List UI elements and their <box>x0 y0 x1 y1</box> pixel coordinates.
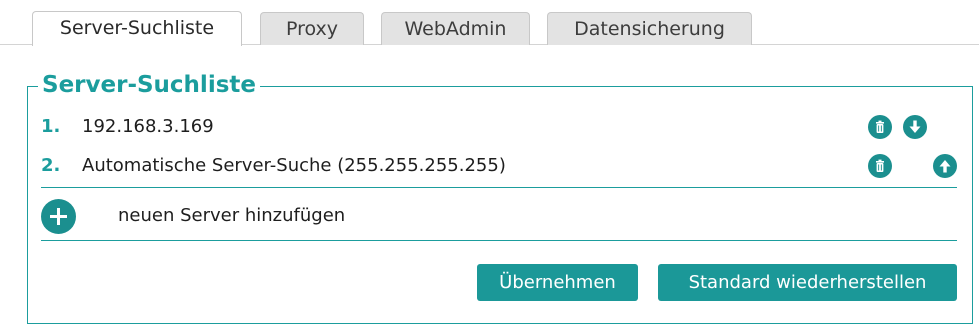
tab-label: WebAdmin <box>404 18 507 40</box>
server-search-settings-page: Server-Suchliste Proxy WebAdmin Datensic… <box>0 0 979 327</box>
arrow-up-icon[interactable] <box>933 154 957 178</box>
plus-icon <box>41 199 76 234</box>
add-server-button[interactable]: neuen Server hinzufügen <box>41 199 441 235</box>
tab-bar: Server-Suchliste Proxy WebAdmin Datensic… <box>0 0 979 46</box>
list-divider <box>41 240 957 241</box>
tab-webadmin[interactable]: WebAdmin <box>381 12 530 45</box>
tab-server-suchliste[interactable]: Server-Suchliste <box>32 11 242 46</box>
fieldset-legend: Server-Suchliste <box>38 70 260 100</box>
tab-label: Proxy <box>285 18 339 40</box>
tab-label: Server-Suchliste <box>59 17 215 39</box>
arrow-down-icon[interactable] <box>903 115 927 139</box>
tab-proxy[interactable]: Proxy <box>260 12 364 45</box>
server-list-item: 2. Automatische Server-Suche (255.255.25… <box>41 151 957 181</box>
server-index: 2. <box>41 155 61 176</box>
add-server-label: neuen Server hinzufügen <box>118 205 346 226</box>
apply-button[interactable]: Übernehmen <box>477 264 638 301</box>
tab-datensicherung[interactable]: Datensicherung <box>547 12 752 45</box>
server-index: 1. <box>41 116 61 137</box>
server-address: Automatische Server-Suche (255.255.255.2… <box>82 155 506 176</box>
server-list-item: 1. 192.168.3.169 <box>41 112 957 142</box>
restore-defaults-button[interactable]: Standard wiederherstellen <box>658 264 957 301</box>
list-divider <box>41 187 957 188</box>
tab-label: Datensicherung <box>574 18 725 40</box>
server-address: 192.168.3.169 <box>82 116 214 137</box>
trash-icon[interactable] <box>868 115 892 139</box>
trash-icon[interactable] <box>868 154 892 178</box>
